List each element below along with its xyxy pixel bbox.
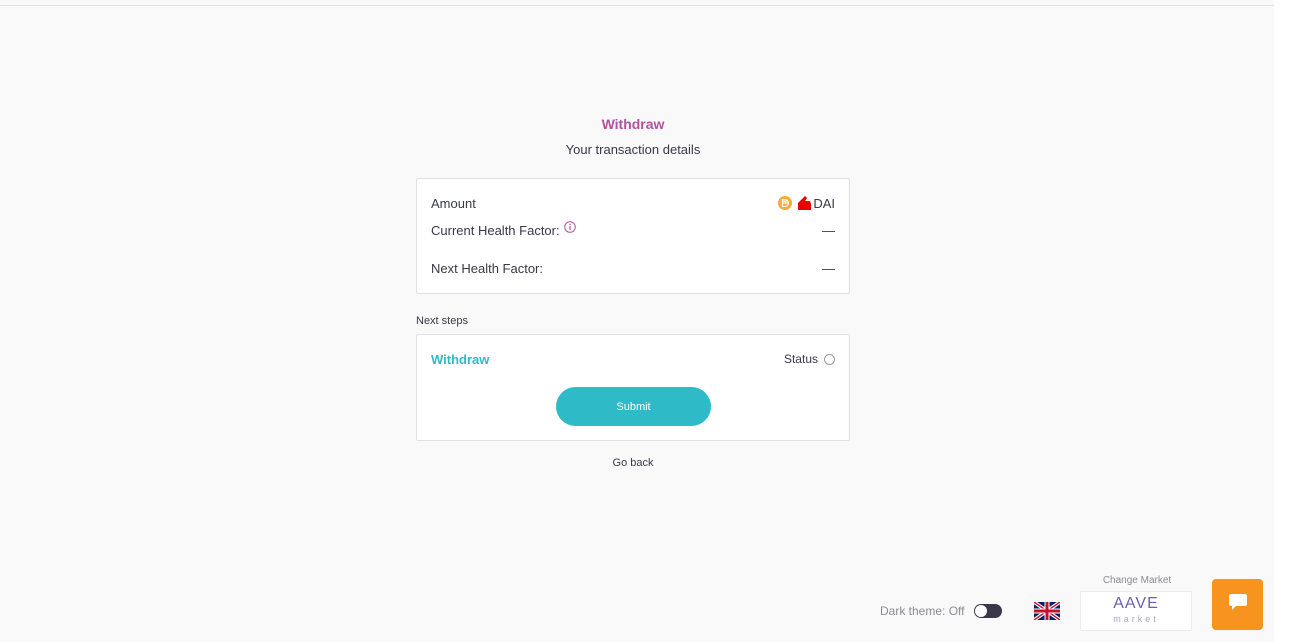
next-steps-card: Withdraw Status Submit bbox=[416, 334, 850, 441]
dark-theme-label: Dark theme: Off bbox=[880, 604, 965, 618]
market-logo-subtext: market bbox=[1113, 614, 1159, 624]
change-market-label: Change Market bbox=[1102, 575, 1172, 586]
dai-coin-icon bbox=[778, 196, 793, 210]
info-icon[interactable] bbox=[563, 221, 576, 233]
amount-label: Amount bbox=[431, 195, 476, 211]
current-health-value: — bbox=[822, 222, 835, 238]
dark-theme-switch[interactable]: Dark theme: Off bbox=[880, 604, 1003, 618]
top-divider bbox=[0, 5, 1274, 6]
current-health-label: Current Health Factor: bbox=[431, 222, 560, 238]
next-steps-label: Next steps bbox=[416, 315, 468, 327]
next-health-row: Next Health Factor: — bbox=[431, 259, 835, 277]
go-back-link[interactable]: Go back bbox=[416, 457, 850, 469]
page-title: Withdraw bbox=[601, 116, 665, 132]
change-market-button[interactable]: AAVE market bbox=[1080, 591, 1192, 631]
page-subtitle: Your transaction details bbox=[565, 142, 701, 157]
submit-button[interactable]: Submit bbox=[556, 387, 711, 426]
step-status: Status bbox=[784, 352, 835, 366]
toggle-knob bbox=[975, 605, 988, 617]
chat-button[interactable] bbox=[1212, 579, 1263, 630]
dark-theme-toggle[interactable] bbox=[974, 604, 1003, 618]
redacted-amount-icon bbox=[796, 195, 812, 211]
status-label: Status bbox=[783, 352, 818, 366]
status-circle-icon bbox=[824, 353, 835, 365]
amount-value: DAI bbox=[778, 195, 835, 211]
transaction-details-card: Amount DAI Current Health Factor: — Next… bbox=[416, 178, 850, 294]
amount-row: Amount DAI bbox=[431, 194, 835, 212]
chat-bubble-icon bbox=[1228, 593, 1248, 616]
current-health-row: Current Health Factor: — bbox=[431, 221, 835, 239]
step-title: Withdraw bbox=[431, 352, 490, 367]
next-health-value: — bbox=[822, 260, 835, 276]
uk-flag-icon[interactable] bbox=[1032, 600, 1062, 622]
next-health-label: Next Health Factor: bbox=[431, 260, 543, 276]
page-background bbox=[0, 0, 1274, 642]
aave-logo-text: AAVE bbox=[1113, 595, 1159, 612]
amount-currency: DAI bbox=[813, 195, 835, 211]
scrollbar-track[interactable] bbox=[1274, 0, 1293, 642]
